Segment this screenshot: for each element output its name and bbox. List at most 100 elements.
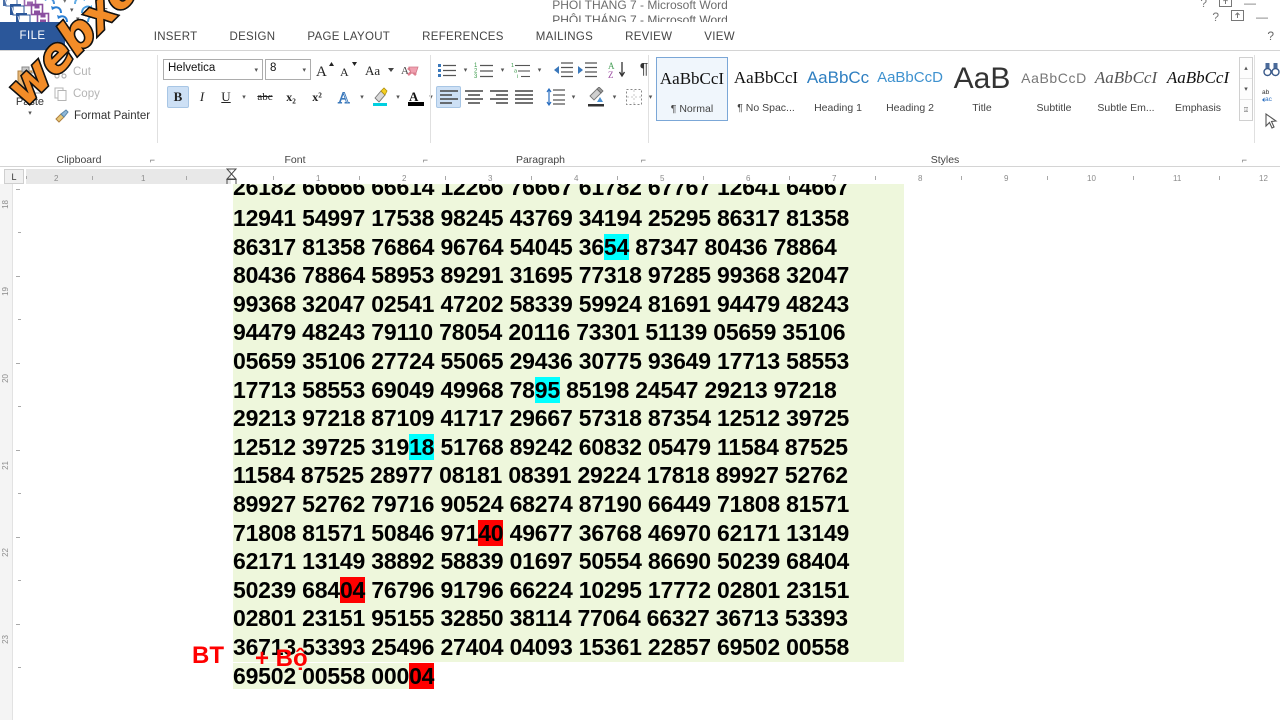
document-line[interactable]: 11584 87525 28977 08181 08391 29224 1781… [233, 461, 904, 490]
document-line[interactable]: 05659 35106 27724 55065 29436 30775 9364… [233, 347, 904, 376]
align-right-icon[interactable] [486, 86, 511, 108]
help-icon[interactable]: ? [1267, 29, 1274, 43]
copy-button[interactable]: Copy [54, 87, 100, 101]
format-painter-button[interactable]: Format Painter [54, 109, 150, 123]
chevron-down-icon[interactable]: ▾ [302, 66, 306, 74]
underline-dropdown-caret[interactable]: ▾ [238, 89, 250, 105]
tab-references[interactable]: REFERENCES [406, 32, 520, 51]
sort-az-icon[interactable]: AZ [606, 59, 630, 81]
tab-view[interactable]: VIEW [688, 32, 751, 51]
tab-design[interactable]: DESIGN [213, 32, 291, 51]
align-left-icon[interactable] [436, 86, 461, 108]
multilevel-dropdown-caret[interactable]: ▾ [534, 62, 545, 78]
text-effects-icon[interactable]: A [335, 86, 357, 108]
bullets-icon[interactable] [436, 59, 460, 81]
justify-icon[interactable] [511, 86, 536, 108]
increase-indent-icon[interactable] [576, 59, 600, 81]
scroll-up-icon[interactable]: ▴ [1240, 58, 1252, 79]
document-line[interactable]: 50239 68404 76796 91796 66224 10295 1777… [233, 576, 904, 605]
bullets-dropdown-caret[interactable]: ▾ [460, 62, 471, 78]
cut-button[interactable]: Cut [54, 65, 91, 79]
change-case-icon[interactable]: Aa [363, 59, 397, 80]
document-line[interactable]: 12941 54997 17538 98245 43769 34194 2529… [233, 204, 904, 233]
vertical-ruler[interactable]: 18 19 20 21 22 23 [0, 184, 26, 720]
line-spacing-dropdown-caret[interactable]: ▾ [568, 89, 579, 105]
italic-button[interactable]: I [191, 86, 213, 108]
document-line[interactable]: 86317 81358 76864 96764 54045 3654 87347… [233, 233, 904, 262]
style-subtle-emphasis[interactable]: AaBbCcI Subtle Em... [1090, 57, 1162, 121]
tab-review[interactable]: REVIEW [609, 32, 688, 51]
tab-insert[interactable]: INSERT [138, 32, 214, 51]
superscript-button[interactable]: x² [305, 86, 329, 108]
more-styles-icon[interactable]: ⍗ [1240, 100, 1252, 121]
document-line[interactable]: 80436 78864 58953 89291 31695 77318 9728… [233, 261, 904, 290]
document-line[interactable]: 99368 32047 02541 47202 58339 59924 8169… [233, 290, 904, 319]
document-line[interactable]: 36713 53393 25496 27404 04093 15361 2285… [233, 633, 904, 662]
tab-stop-selector[interactable]: L [4, 169, 24, 184]
decrease-indent-icon[interactable] [552, 59, 576, 81]
font-size-input[interactable]: 8 ▾ [265, 59, 311, 80]
document-line[interactable]: 12512 39725 31918 51768 89242 60832 0547… [233, 433, 904, 462]
style-emphasis[interactable]: AaBbCcI Emphasis [1162, 57, 1234, 121]
style-normal[interactable]: AaBbCcI ¶ Normal [656, 57, 728, 121]
multilevel-list-icon[interactable]: 1ai [510, 59, 534, 81]
tab-file[interactable]: FILE [0, 22, 65, 50]
document-line[interactable]: 17713 58553 69049 49968 7895 85198 24547… [233, 376, 904, 405]
help-icon[interactable]: ? [1200, 0, 1207, 10]
tab-mailings[interactable]: MAILINGS [520, 32, 609, 51]
paragraph-dialog-launcher[interactable]: ⌐ [641, 155, 646, 165]
shading-dropdown-caret[interactable]: ▾ [609, 89, 620, 105]
clipboard-dialog-launcher[interactable]: ⌐ [150, 155, 155, 165]
styles-dialog-launcher[interactable]: ⌐ [1242, 155, 1247, 165]
horizontal-ruler[interactable]: 2 1 1 2 3 4 5 6 7 8 9 10 11 12 [26, 169, 1280, 184]
style-no-spacing[interactable]: AaBbCcI ¶ No Spac... [730, 57, 802, 121]
numbering-icon[interactable]: 123 [473, 59, 497, 81]
replace-icon[interactable]: abac [1260, 83, 1280, 107]
svg-text:ac: ac [1265, 96, 1273, 102]
document-line[interactable]: 94479 48243 79110 78054 20116 73301 5113… [233, 318, 904, 347]
styles-gallery-scrollbar[interactable]: ▴ ▾ ⍗ [1239, 57, 1253, 121]
document-line[interactable]: 69502 00558 00004 [233, 662, 904, 691]
bold-button[interactable]: B [167, 86, 189, 108]
borders-icon[interactable] [623, 86, 645, 108]
scissors-icon [54, 65, 68, 79]
underline-button[interactable]: U [215, 86, 237, 108]
font-dialog-launcher[interactable]: ⌐ [423, 155, 428, 165]
style-heading-2[interactable]: AaBbCcD Heading 2 [874, 57, 946, 121]
document-page[interactable]: 26182 66666 66614 12266 76667 61782 6776… [27, 184, 1280, 720]
line-spacing-icon[interactable] [544, 86, 568, 108]
shrink-font-icon[interactable]: A [337, 59, 359, 80]
document-line[interactable]: 02801 23151 95155 32850 38114 77064 6632… [233, 604, 904, 633]
strikethrough-button[interactable]: abc [251, 86, 279, 108]
number-block[interactable]: 26182 66666 66614 12266 76667 61782 6776… [233, 184, 904, 690]
font-name-input[interactable]: Helvetica ▾ [163, 59, 263, 80]
document-line[interactable]: 62171 13149 38892 58839 01697 50554 8669… [233, 547, 904, 576]
ribbon-display-options-icon[interactable] [1219, 0, 1232, 10]
highlight-dropdown-caret[interactable]: ▾ [392, 89, 404, 105]
tab-page-layout[interactable]: PAGE LAYOUT [291, 32, 406, 51]
style-subtitle[interactable]: AaBbCcD Subtitle [1018, 57, 1090, 121]
style-title[interactable]: AaB Title [946, 57, 1018, 121]
paste-button[interactable]: Paste ▾ [8, 65, 52, 117]
text-highlight-color-icon[interactable] [369, 86, 393, 108]
grow-font-icon[interactable]: A [314, 59, 336, 80]
select-cursor-icon[interactable] [1260, 109, 1280, 133]
text-effects-dropdown-caret[interactable]: ▾ [356, 89, 368, 105]
scroll-down-icon[interactable]: ▾ [1240, 79, 1252, 100]
font-color-icon[interactable]: A [405, 86, 427, 108]
clear-formatting-icon[interactable]: A [399, 59, 423, 80]
align-center-icon[interactable] [461, 86, 486, 108]
document-line[interactable]: 26182 66666 66614 12266 76667 61782 6776… [233, 184, 904, 204]
shading-icon[interactable] [585, 86, 609, 108]
find-binoculars-icon[interactable] [1260, 57, 1280, 81]
document-line[interactable]: 29213 97218 87109 41717 29667 57318 8735… [233, 404, 904, 433]
document-line[interactable]: 89927 52762 79716 90524 68274 87190 6644… [233, 490, 904, 519]
chevron-down-icon[interactable]: ▾ [254, 66, 258, 74]
subscript-button[interactable]: x₂ [279, 86, 303, 108]
chevron-down-icon[interactable]: ▾ [8, 109, 52, 117]
document-line[interactable]: 71808 81571 50846 97140 49677 36768 4697… [233, 519, 904, 548]
numbering-dropdown-caret[interactable]: ▾ [497, 62, 508, 78]
document-area[interactable]: 26182 66666 66614 12266 76667 61782 6776… [27, 184, 1280, 720]
minimize-icon[interactable]: — [1244, 0, 1256, 10]
style-heading-1[interactable]: AaBbCс Heading 1 [802, 57, 874, 121]
